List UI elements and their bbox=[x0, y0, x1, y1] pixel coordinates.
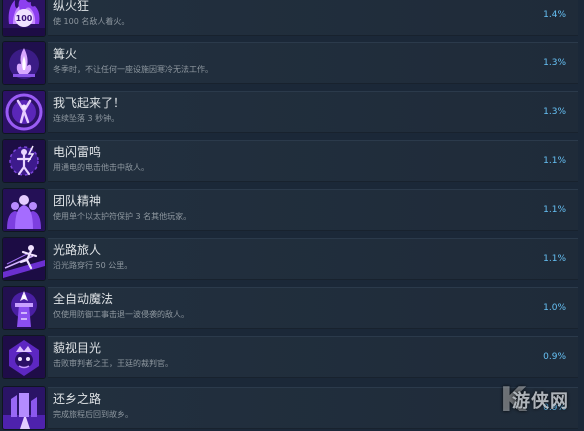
achievement-percent: 0.9% bbox=[543, 352, 566, 362]
achievement-panel: 还乡之路 完成旅程后回到故乡。 0.9% bbox=[48, 387, 578, 429]
achievement-description: 沿光路穿行 50 公里。 bbox=[53, 261, 133, 270]
achievement-title: 纵火狂 bbox=[53, 0, 90, 13]
achievement-percent: 1.3% bbox=[543, 107, 566, 117]
achievement-title: 电闪雷鸣 bbox=[53, 145, 102, 159]
achievement-title: 我飞起来了！ bbox=[53, 96, 126, 110]
achievement-title: 还乡之路 bbox=[53, 392, 102, 406]
team-spirit-icon bbox=[3, 189, 45, 231]
achievement-description: 击败审判者之王，王廷的裁判官。 bbox=[53, 359, 173, 368]
achievement-percent: 1.1% bbox=[543, 205, 566, 215]
achievement-title: 光路旅人 bbox=[53, 243, 102, 257]
achievement-row[interactable]: 电闪雷鸣 用通电的电击他击中敌人。 1.1% bbox=[0, 140, 584, 190]
auto-magic-tower-icon bbox=[3, 287, 45, 329]
achievement-panel: 全自动魔法 仅使用防御工事击退一波侵袭的敌人。 1.0% bbox=[48, 287, 578, 329]
achievement-title: 全自动魔法 bbox=[53, 292, 114, 306]
achievement-description: 用通电的电击他击中敌人。 bbox=[53, 163, 149, 172]
achievement-panel: 电闪雷鸣 用通电的电击他击中敌人。 1.1% bbox=[48, 140, 578, 182]
achievement-row[interactable]: 100 纵火狂 使 100 名敌人着火。 1.4% bbox=[0, 0, 584, 44]
achievement-percent: 1.3% bbox=[543, 58, 566, 68]
achievement-description: 冬季时，不让任何一座设施因寒冷无法工作。 bbox=[53, 65, 213, 74]
bonfire-icon bbox=[3, 42, 45, 84]
achievement-row[interactable]: 还乡之路 完成旅程后回到故乡。 0.9% bbox=[0, 387, 584, 431]
achievement-row[interactable]: 篝火 冬季时，不让任何一座设施因寒冷无法工作。 1.3% bbox=[0, 42, 584, 92]
achievement-title: 篝火 bbox=[53, 47, 78, 61]
achievement-list: 100 纵火狂 使 100 名敌人着火。 1.4% 篝火 冬季时，不让任何一座设… bbox=[0, 0, 584, 431]
svg-text:100: 100 bbox=[16, 14, 33, 23]
achievement-description: 完成旅程后回到故乡。 bbox=[53, 410, 133, 419]
achievement-row[interactable]: 藐视目光 击败审判者之王，王廷的裁判官。 0.9% bbox=[0, 336, 584, 386]
achievement-description: 使 100 名敌人着火。 bbox=[53, 17, 130, 26]
achievement-title: 藐视目光 bbox=[53, 341, 102, 355]
fire-skull-100-icon: 100 bbox=[3, 0, 45, 36]
achievement-panel: 纵火狂 使 100 名敌人着火。 1.4% bbox=[48, 0, 578, 36]
achievement-row[interactable]: 我飞起来了！ 连续坠落 3 秒钟。 1.3% bbox=[0, 91, 584, 141]
achievement-title: 团队精神 bbox=[53, 194, 102, 208]
achievement-panel: 我飞起来了！ 连续坠落 3 秒钟。 1.3% bbox=[48, 91, 578, 133]
homeward-road-icon bbox=[3, 387, 45, 429]
achievement-panel: 团队精神 使用单个以太护符保护 3 名其他玩家。 1.1% bbox=[48, 189, 578, 231]
achievement-panel: 藐视目光 击败审判者之王，王廷的裁判官。 0.9% bbox=[48, 336, 578, 378]
lightning-figure-icon bbox=[3, 140, 45, 182]
achievement-description: 仅使用防御工事击退一波侵袭的敌人。 bbox=[53, 310, 189, 319]
achievement-row[interactable]: 全自动魔法 仅使用防御工事击退一波侵袭的敌人。 1.0% bbox=[0, 287, 584, 337]
achievement-panel: 光路旅人 沿光路穿行 50 公里。 1.1% bbox=[48, 238, 578, 280]
achievement-row[interactable]: 团队精神 使用单个以太护符保护 3 名其他玩家。 1.1% bbox=[0, 189, 584, 239]
achievement-percent: 1.4% bbox=[543, 10, 566, 20]
falling-figure-icon bbox=[3, 91, 45, 133]
achievement-percent: 1.1% bbox=[543, 156, 566, 166]
achievement-percent: 0.9% bbox=[543, 403, 566, 413]
achievement-description: 连续坠落 3 秒钟。 bbox=[53, 114, 120, 123]
achievement-row[interactable]: 光路旅人 沿光路穿行 50 公里。 1.1% bbox=[0, 238, 584, 288]
achievement-description: 使用单个以太护符保护 3 名其他玩家。 bbox=[53, 212, 192, 221]
light-path-runner-icon bbox=[3, 238, 45, 280]
achievement-percent: 1.1% bbox=[543, 254, 566, 264]
judge-king-icon bbox=[3, 336, 45, 378]
achievement-percent: 1.0% bbox=[543, 303, 566, 313]
achievement-panel: 篝火 冬季时，不让任何一座设施因寒冷无法工作。 1.3% bbox=[48, 42, 578, 84]
